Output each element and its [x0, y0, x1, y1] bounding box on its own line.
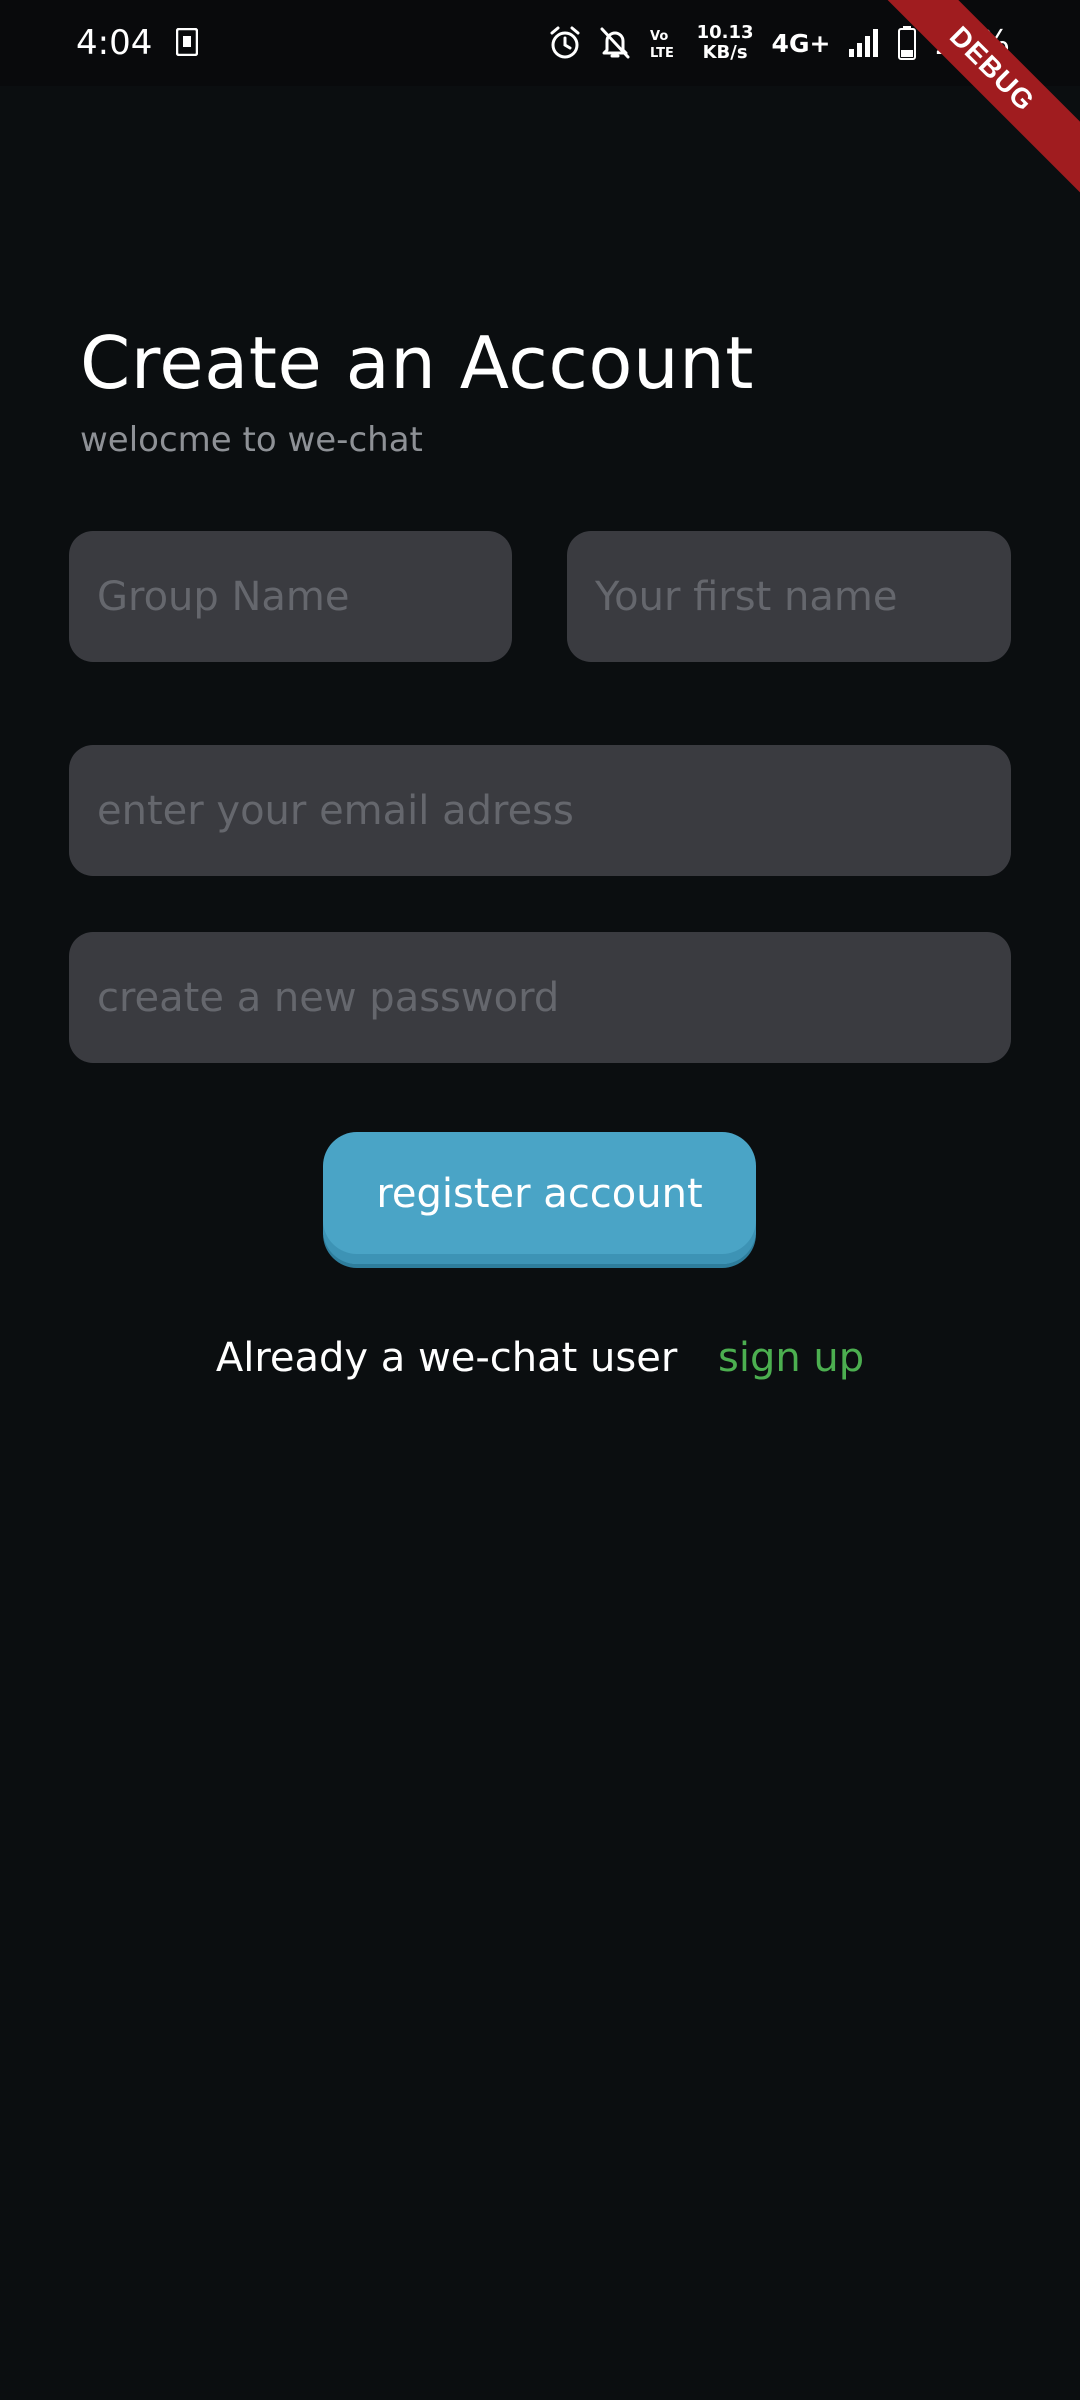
register-account-label: register account	[376, 1171, 703, 1217]
register-account-button[interactable]: register account	[323, 1132, 756, 1264]
net-speed: 10.13 KB/s	[697, 23, 754, 63]
email-field[interactable]	[69, 745, 1011, 876]
group-name-field[interactable]	[69, 531, 512, 662]
sim-card-icon	[176, 28, 198, 56]
alarm-icon	[550, 26, 580, 59]
net-speed-value: 10.13	[696, 22, 754, 43]
svg-text:LTE: LTE	[650, 46, 674, 60]
bell-muted-icon	[600, 27, 630, 59]
battery-icon	[898, 26, 917, 60]
password-field[interactable]	[69, 932, 1011, 1063]
first-name-field[interactable]	[567, 531, 1011, 662]
signin-row: Already a we-chat user sign up	[0, 1330, 1080, 1386]
status-time: 4:04	[76, 23, 153, 63]
volte-icon: Vo LTE	[650, 29, 674, 60]
network-type: 4G+	[771, 28, 831, 58]
page-title: Create an Account	[80, 321, 754, 405]
page-subtitle: welocme to we-chat	[80, 420, 423, 460]
net-speed-unit: KB/s	[702, 42, 748, 63]
already-user-text: Already a we-chat user	[215, 1335, 678, 1381]
sign-up-link[interactable]: sign up	[718, 1335, 864, 1381]
register-screen: 4:04 Vo LTE 10.13 KB/s 4G+ DEBUG Create …	[0, 0, 1080, 2400]
signal-icon	[849, 29, 879, 57]
svg-text:Vo: Vo	[650, 29, 668, 44]
